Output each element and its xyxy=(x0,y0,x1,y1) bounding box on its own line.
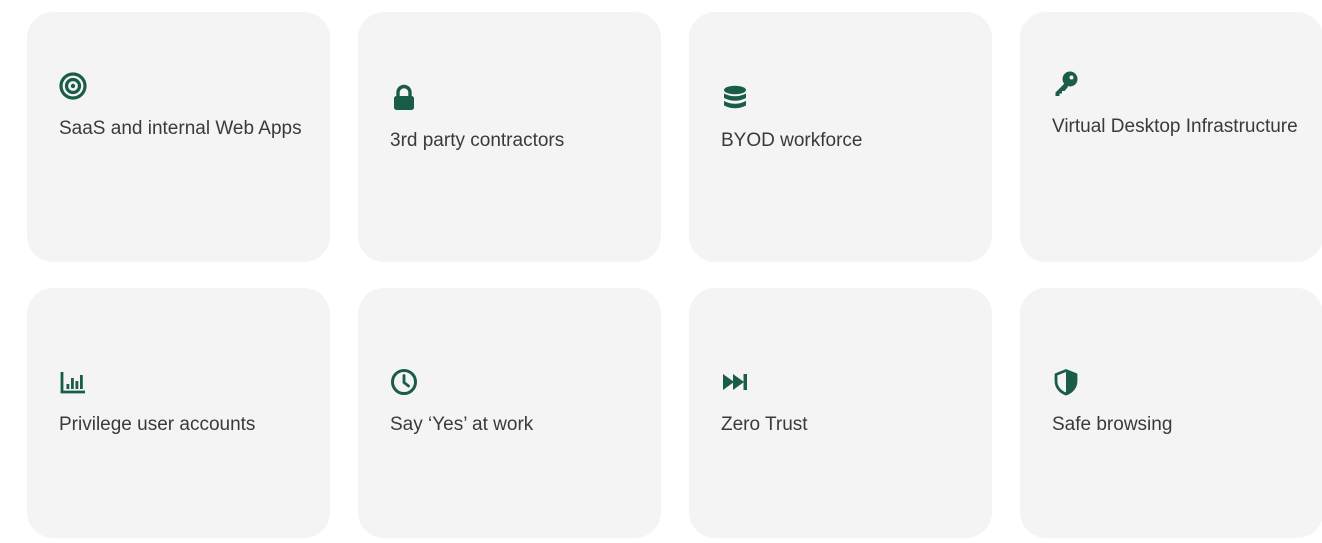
bar-chart-icon xyxy=(59,368,87,396)
target-icon xyxy=(59,72,87,100)
card-label: Virtual Desktop Infrastructure xyxy=(1052,116,1298,137)
card-byod-workforce: BYOD workforce xyxy=(689,12,992,262)
card-3rd-party-contractors: 3rd party contractors xyxy=(358,12,661,262)
card-saas-web-apps: SaaS and internal Web Apps xyxy=(27,12,330,262)
card-label: SaaS and internal Web Apps xyxy=(59,118,302,139)
card-content: Privilege user accounts xyxy=(59,368,310,440)
database-icon xyxy=(721,84,749,112)
card-label: Privilege user accounts xyxy=(59,414,256,435)
card-label: Say ‘Yes’ at work xyxy=(390,414,534,435)
card-content: 3rd party contractors xyxy=(390,84,641,156)
clock-icon xyxy=(390,368,418,396)
card-content: Zero Trust xyxy=(721,368,972,440)
card-privilege-user-accounts: Privilege user accounts xyxy=(27,288,330,538)
card-label: 3rd party contractors xyxy=(390,130,565,151)
card-content: SaaS and internal Web Apps xyxy=(59,72,310,144)
key-icon xyxy=(1052,70,1080,98)
card-say-yes-at-work: Say ‘Yes’ at work xyxy=(358,288,661,538)
card-label: Safe browsing xyxy=(1052,414,1173,435)
card-content: Virtual Desktop Infrastructure xyxy=(1052,70,1303,142)
card-content: Say ‘Yes’ at work xyxy=(390,368,641,440)
shield-icon xyxy=(1052,368,1080,396)
card-label: BYOD workforce xyxy=(721,130,863,151)
card-content: Safe browsing xyxy=(1052,368,1303,440)
fast-forward-icon xyxy=(721,368,749,396)
card-label: Zero Trust xyxy=(721,414,808,435)
card-zero-trust: Zero Trust xyxy=(689,288,992,538)
card-content: BYOD workforce xyxy=(721,84,972,156)
use-case-grid: SaaS and internal Web Apps 3rd party con… xyxy=(27,12,1322,538)
card-virtual-desktop-infrastructure: Virtual Desktop Infrastructure xyxy=(1020,12,1322,262)
card-safe-browsing: Safe browsing xyxy=(1020,288,1322,538)
lock-icon xyxy=(390,84,418,112)
